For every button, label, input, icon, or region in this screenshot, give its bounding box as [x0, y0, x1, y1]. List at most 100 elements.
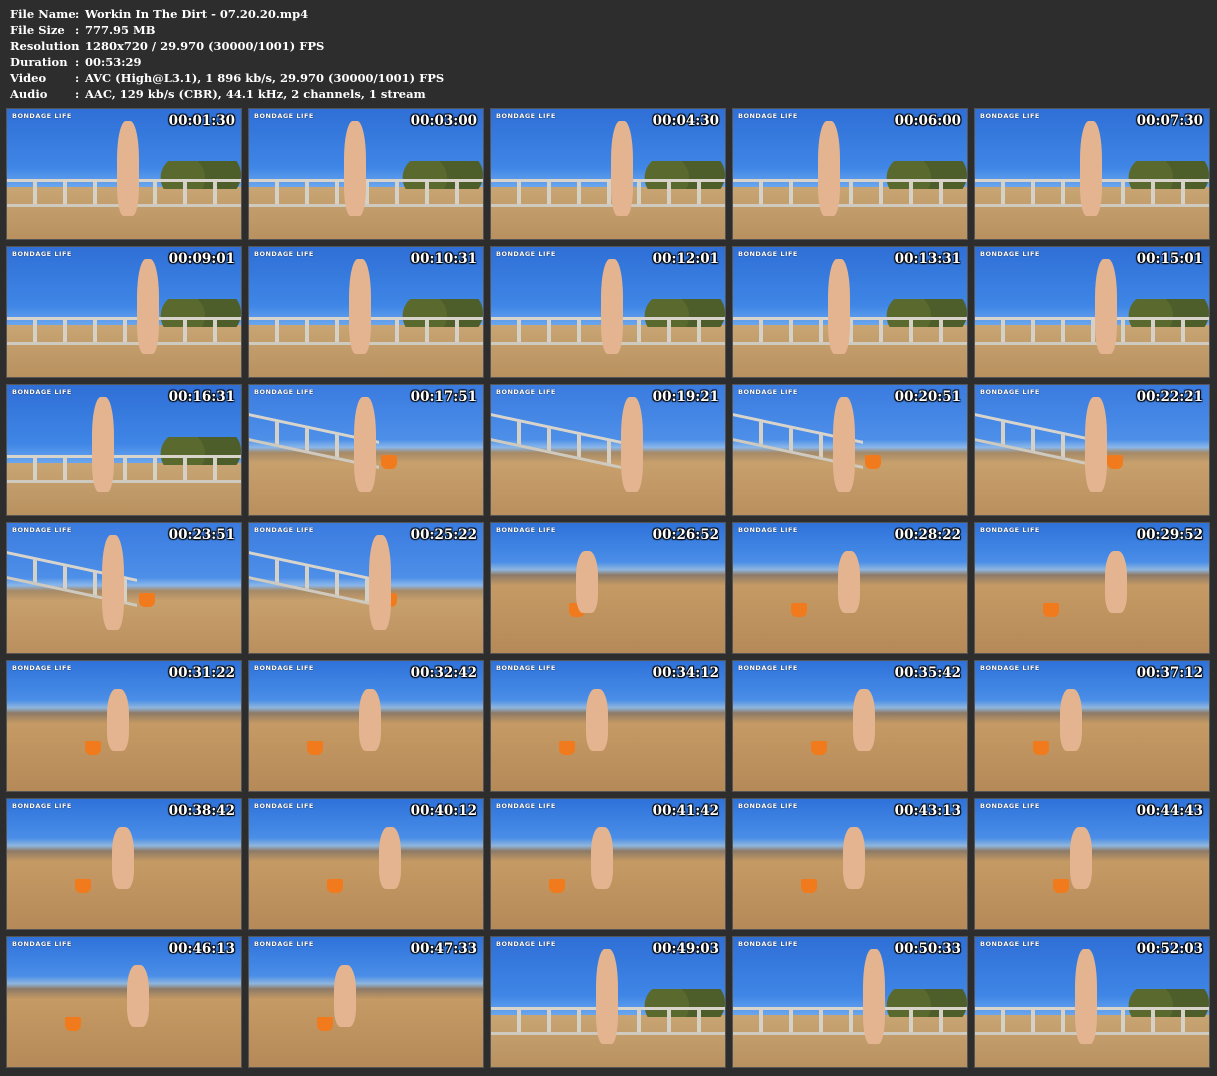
thumbnail: BONDAGE LIFE 00:31:22 [6, 660, 242, 792]
watermark-logo: BONDAGE LIFE [980, 388, 1040, 396]
watermark-logo: BONDAGE LIFE [254, 250, 314, 258]
thumbnail: BONDAGE LIFE 00:35:42 [732, 660, 968, 792]
bucket-shape [1107, 455, 1123, 469]
info-key: Resolution [10, 39, 80, 53]
thumbnail: BONDAGE LIFE 00:03:00 [248, 108, 484, 240]
info-separator: : [75, 87, 80, 101]
timestamp: 00:37:12 [1136, 665, 1203, 681]
info-value: AVC (High@L3.1), 1 896 kb/s, 29.970 (300… [85, 71, 445, 85]
person-shape [354, 397, 376, 492]
timestamp: 00:16:31 [168, 389, 235, 405]
timestamp: 00:47:33 [410, 941, 477, 957]
timestamp: 00:49:03 [652, 941, 719, 957]
watermark-logo: BONDAGE LIFE [254, 664, 314, 672]
watermark-logo: BONDAGE LIFE [980, 664, 1040, 672]
thumbnail: BONDAGE LIFE 00:07:30 [974, 108, 1210, 240]
person-shape [838, 551, 860, 613]
timestamp: 00:43:13 [894, 803, 961, 819]
timestamp: 00:44:43 [1136, 803, 1203, 819]
fence-shape [249, 179, 483, 207]
watermark-logo: BONDAGE LIFE [12, 250, 72, 258]
info-separator: : [75, 39, 80, 53]
person-shape [1070, 827, 1092, 889]
bucket-shape [381, 455, 397, 469]
bucket-shape [811, 741, 827, 755]
bucket-shape [85, 741, 101, 755]
watermark-logo: BONDAGE LIFE [738, 112, 798, 120]
thumbnail: BONDAGE LIFE 00:20:51 [732, 384, 968, 516]
thumbnail: BONDAGE LIFE 00:17:51 [248, 384, 484, 516]
info-value: 777.95 MB [85, 23, 156, 37]
person-shape [112, 827, 134, 889]
thumbnail: BONDAGE LIFE 00:49:03 [490, 936, 726, 1068]
info-value: AAC, 129 kb/s (CBR), 44.1 kHz, 2 channel… [85, 87, 426, 101]
info-row-resolution: Resolution : 1280x720 / 29.970 (30000/10… [10, 38, 444, 54]
fence-shape [733, 317, 967, 345]
watermark-logo: BONDAGE LIFE [738, 250, 798, 258]
thumbnail: BONDAGE LIFE 00:16:31 [6, 384, 242, 516]
thumbnail: BONDAGE LIFE 00:34:12 [490, 660, 726, 792]
thumbnail: BONDAGE LIFE 00:50:33 [732, 936, 968, 1068]
thumbnail: BONDAGE LIFE 00:52:03 [974, 936, 1210, 1068]
bucket-shape [1043, 603, 1059, 617]
watermark-logo: BONDAGE LIFE [12, 940, 72, 948]
bucket-shape [1033, 741, 1049, 755]
thumbnail: BONDAGE LIFE 00:37:12 [974, 660, 1210, 792]
timestamp: 00:46:13 [168, 941, 235, 957]
info-row-video: Video : AVC (High@L3.1), 1 896 kb/s, 29.… [10, 70, 444, 86]
person-shape [586, 689, 608, 751]
fence-shape [975, 317, 1209, 345]
watermark-logo: BONDAGE LIFE [12, 664, 72, 672]
bucket-shape [75, 879, 91, 893]
info-row-file-size: File Size : 777.95 MB [10, 22, 444, 38]
timestamp: 00:25:22 [410, 527, 477, 543]
person-shape [359, 689, 381, 751]
fence-shape [491, 413, 621, 469]
thumbnail: BONDAGE LIFE 00:47:33 [248, 936, 484, 1068]
timestamp: 00:17:51 [410, 389, 477, 405]
thumbnail: BONDAGE LIFE 00:19:21 [490, 384, 726, 516]
bucket-shape [139, 593, 155, 607]
person-shape [1075, 949, 1097, 1044]
person-shape [818, 121, 840, 216]
person-shape [833, 397, 855, 492]
timestamp: 00:09:01 [168, 251, 235, 267]
person-shape [1080, 121, 1102, 216]
timestamp: 00:03:00 [410, 113, 477, 129]
timestamp: 00:12:01 [652, 251, 719, 267]
info-row-audio: Audio : AAC, 129 kb/s (CBR), 44.1 kHz, 2… [10, 86, 444, 102]
info-key: Video [10, 71, 47, 85]
watermark-logo: BONDAGE LIFE [980, 250, 1040, 258]
info-row-file-name: File Name : Workin In The Dirt - 07.20.2… [10, 6, 444, 22]
person-shape [1105, 551, 1127, 613]
file-info-panel: File Name : Workin In The Dirt - 07.20.2… [10, 6, 444, 102]
person-shape [1060, 689, 1082, 751]
fence-shape [7, 455, 241, 483]
info-key: Audio [10, 87, 48, 101]
bucket-shape [559, 741, 575, 755]
fence-shape [733, 179, 967, 207]
person-shape [596, 949, 618, 1044]
person-shape [828, 259, 850, 354]
timestamp: 00:15:01 [1136, 251, 1203, 267]
timestamp: 00:22:21 [1136, 389, 1203, 405]
thumbnail: BONDAGE LIFE 00:29:52 [974, 522, 1210, 654]
watermark-logo: BONDAGE LIFE [496, 664, 556, 672]
thumbnail: BONDAGE LIFE 00:04:30 [490, 108, 726, 240]
watermark-logo: BONDAGE LIFE [254, 388, 314, 396]
thumbnail: BONDAGE LIFE 00:28:22 [732, 522, 968, 654]
person-shape [107, 689, 129, 751]
watermark-logo: BONDAGE LIFE [496, 802, 556, 810]
thumbnail: BONDAGE LIFE 00:41:42 [490, 798, 726, 930]
person-shape [102, 535, 124, 630]
person-shape [576, 551, 598, 613]
info-separator: : [75, 55, 80, 69]
thumbnail: BONDAGE LIFE 00:32:42 [248, 660, 484, 792]
bucket-shape [801, 879, 817, 893]
info-row-duration: Duration : 00:53:29 [10, 54, 444, 70]
timestamp: 00:29:52 [1136, 527, 1203, 543]
watermark-logo: BONDAGE LIFE [12, 526, 72, 534]
info-key: File Name [10, 7, 76, 21]
watermark-logo: BONDAGE LIFE [254, 526, 314, 534]
person-shape [137, 259, 159, 354]
